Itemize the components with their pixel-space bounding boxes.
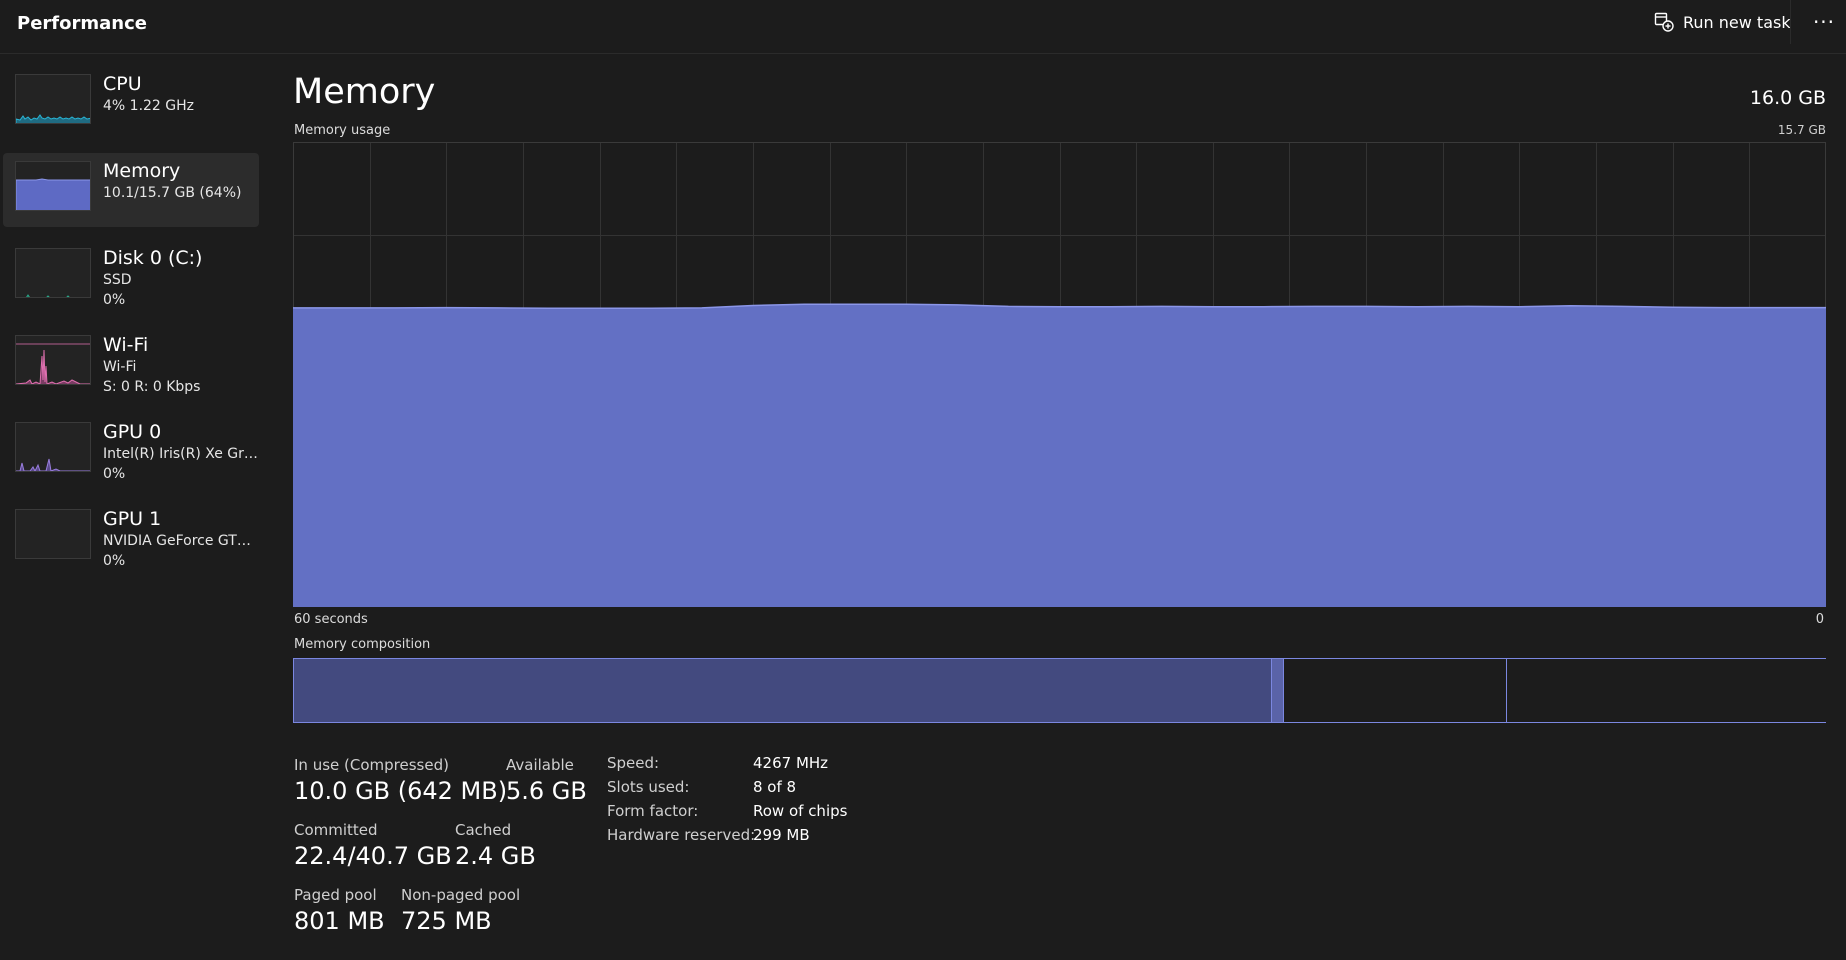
composition-segment-free[interactable] (1507, 659, 1826, 722)
memory-thumbnail-graph (15, 161, 91, 211)
sidebar-item-detail: 0% (103, 466, 126, 482)
spec-row-slots: Slots used: 8 of 8 (607, 778, 907, 802)
memory-composition-bar (293, 658, 1826, 723)
spec-value: Row of chips (753, 802, 848, 820)
stat-value: 22.4/40.7 GB (294, 842, 452, 870)
stat-value: 801 MB (294, 907, 385, 935)
memory-usage-area (293, 304, 1826, 607)
more-options-icon[interactable]: ··· (1806, 6, 1842, 38)
sidebar-item-detail: 0% (103, 553, 126, 569)
task-manager-window: Performance Run new task ··· CPU 4% 1.22… (0, 0, 1846, 960)
sidebar-item-label: CPU (103, 73, 142, 95)
memory-usage-label: Memory usage (294, 123, 391, 138)
stat-label: Paged pool (294, 886, 377, 904)
sidebar-item-detail: 4% 1.22 GHz (103, 98, 195, 114)
sidebar-item-memory[interactable]: Memory 10.1/15.7 GB (64%) (3, 153, 259, 227)
stat-cached: Cached 2.4 GB (455, 821, 536, 870)
sidebar-item-detail: Wi-Fi (103, 359, 137, 375)
stat-paged-pool: Paged pool 801 MB (294, 886, 385, 935)
stat-value: 10.0 GB (642 MB) (294, 777, 508, 805)
composition-segment-standby[interactable] (1284, 659, 1507, 722)
sidebar-item-detail: 10.1/15.7 GB (64%) (103, 185, 242, 201)
sidebar-item-detail: Intel(R) Iris(R) Xe Gra... (103, 446, 259, 462)
run-task-label: Run new task (1683, 12, 1791, 32)
gpu0-thumbnail-graph (15, 422, 91, 472)
sidebar-item-detail: SSD (103, 272, 132, 288)
run-new-task-button[interactable]: Run new task (1648, 9, 1797, 35)
sidebar-item-detail: 0% (103, 292, 126, 308)
stat-non-paged-pool: Non-paged pool 725 MB (401, 886, 520, 935)
spec-row-hardware-reserved: Hardware reserved: 299 MB (607, 826, 907, 850)
sidebar-item-label: Memory (103, 160, 181, 182)
stat-value: 2.4 GB (455, 842, 536, 870)
spec-key: Speed: (607, 754, 660, 772)
sidebar-item-wifi[interactable]: Wi-Fi Wi-Fi S: 0 R: 0 Kbps (3, 327, 259, 401)
sidebar-item-gpu1[interactable]: GPU 1 NVIDIA GeForce GTX... 0% (3, 501, 259, 575)
spec-value: 299 MB (753, 826, 810, 844)
memory-usage-chart (293, 142, 1826, 607)
stat-in-use: In use (Compressed) 10.0 GB (642 MB) (294, 756, 507, 805)
memory-usage-svg (293, 142, 1826, 607)
sidebar: CPU 4% 1.22 GHz Memory 10.1/15.7 GB (64%… (0, 66, 262, 588)
cpu-thumbnail-graph (15, 74, 91, 124)
spec-row-form-factor: Form factor: Row of chips (607, 802, 907, 826)
wifi-thumbnail-graph (15, 335, 91, 385)
gpu1-thumbnail-graph (15, 509, 91, 559)
stat-label: Available (506, 756, 574, 774)
x-axis-start-label: 60 seconds (294, 612, 368, 627)
x-axis-end-label: 0 (1815, 612, 1824, 627)
sidebar-item-gpu0[interactable]: GPU 0 Intel(R) Iris(R) Xe Gra... 0% (3, 414, 259, 488)
total-memory: 16.0 GB (1749, 87, 1826, 109)
spec-row-speed: Speed: 4267 MHz (607, 754, 907, 778)
memory-usage-max: 15.7 GB (1777, 123, 1826, 137)
sidebar-item-label: Wi-Fi (103, 334, 149, 356)
stat-committed: Committed 22.4/40.7 GB (294, 821, 452, 870)
page-title: Performance (17, 13, 147, 34)
disk-thumbnail-graph (15, 248, 91, 298)
main-panel: Memory 16.0 GB Memory usage 15.7 GB 60 s… (293, 66, 1826, 960)
sidebar-item-cpu[interactable]: CPU 4% 1.22 GHz (3, 66, 259, 140)
composition-segment-modified[interactable] (1272, 659, 1284, 722)
memory-title: Memory (293, 72, 436, 112)
stat-label: Non-paged pool (401, 886, 521, 904)
spec-value: 8 of 8 (753, 778, 797, 796)
sidebar-item-label: GPU 1 (103, 508, 162, 530)
stat-available: Available 5.6 GB (506, 756, 587, 805)
composition-segment-in-use[interactable] (294, 659, 1272, 722)
stat-value: 5.6 GB (506, 777, 587, 805)
sidebar-item-label: Disk 0 (C:) (103, 247, 203, 269)
header-divider (1790, 0, 1791, 44)
sidebar-item-detail: NVIDIA GeForce GTX... (103, 533, 259, 549)
stat-value: 725 MB (401, 907, 492, 935)
run-task-icon (1654, 12, 1674, 32)
sidebar-item-disk[interactable]: Disk 0 (C:) SSD 0% (3, 240, 259, 314)
sidebar-item-label: GPU 0 (103, 421, 162, 443)
memory-composition-label: Memory composition (294, 637, 431, 652)
stat-label: Committed (294, 821, 378, 839)
stat-label: Cached (455, 821, 512, 839)
spec-key: Form factor: (607, 802, 699, 820)
sidebar-item-detail: S: 0 R: 0 Kbps (103, 379, 201, 395)
spec-key: Hardware reserved: (607, 826, 756, 844)
header-bar: Performance Run new task ··· (0, 0, 1846, 54)
chart-area-group (293, 303, 1826, 607)
spec-value: 4267 MHz (753, 754, 829, 772)
stat-label: In use (Compressed) (294, 756, 449, 774)
memory-spec-table: Speed: 4267 MHz Slots used: 8 of 8 Form … (607, 754, 907, 850)
spec-key: Slots used: (607, 778, 690, 796)
